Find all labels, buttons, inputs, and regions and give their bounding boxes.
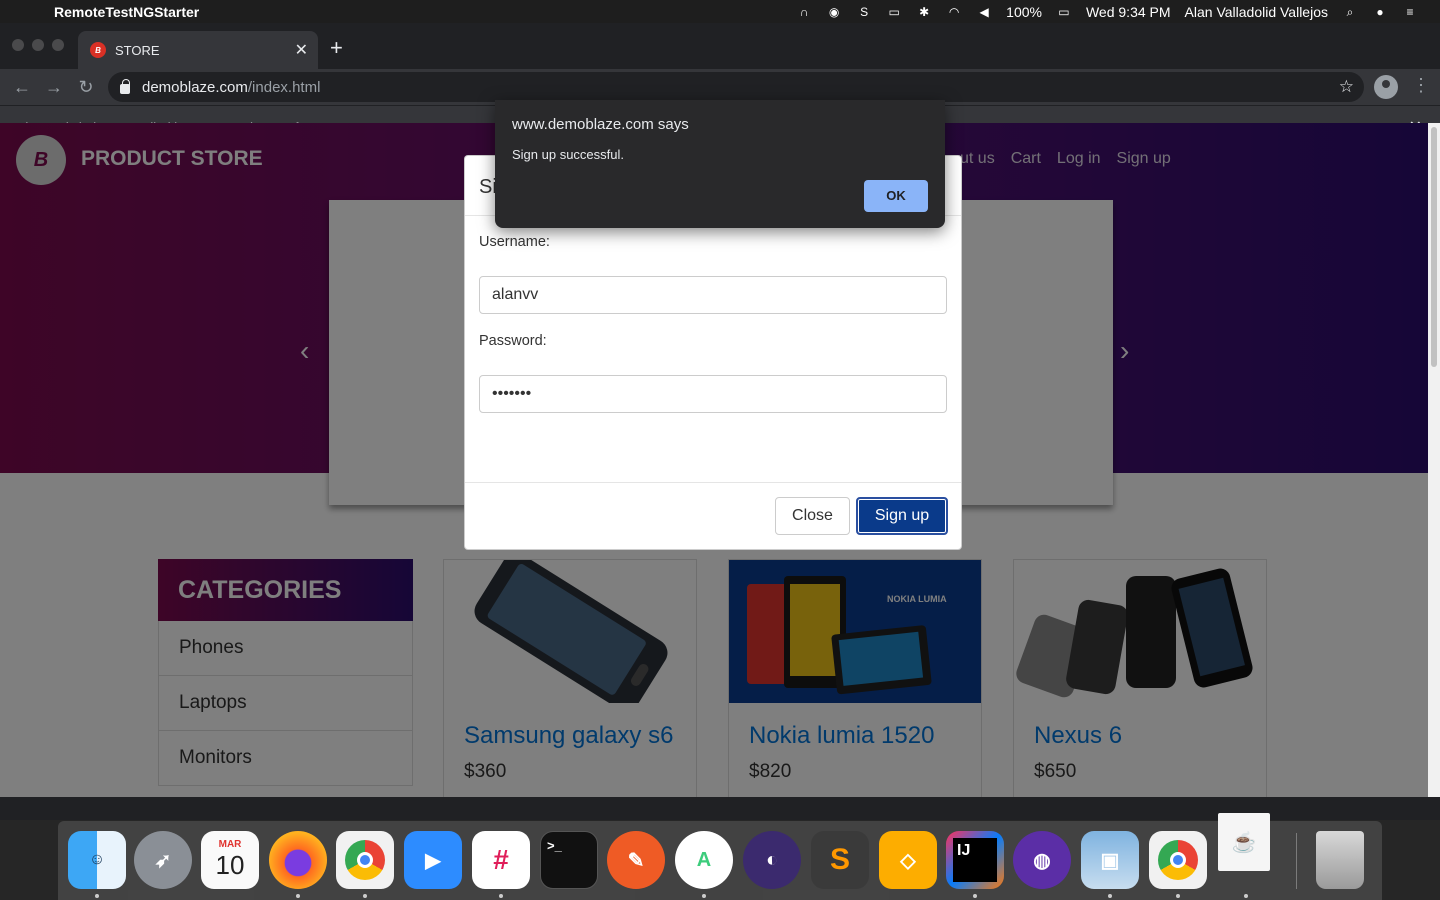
password-field[interactable]: ••••••• xyxy=(479,375,947,413)
scrollbar-thumb[interactable] xyxy=(1431,127,1437,367)
vpn-icon[interactable]: ◉ xyxy=(826,5,842,19)
calendar-icon[interactable]: MAR 10 xyxy=(201,831,259,889)
running-indicator xyxy=(1244,894,1248,898)
chrome-logo xyxy=(1158,840,1198,880)
bluetooth-icon[interactable]: ✱ xyxy=(916,5,932,19)
s-app-icon[interactable]: S xyxy=(856,5,872,19)
running-indicator xyxy=(973,894,977,898)
preview-icon[interactable]: ▣ xyxy=(1081,831,1139,889)
sketch-icon[interactable]: ◇ xyxy=(879,831,937,889)
alert-title: www.demoblaze.com says xyxy=(512,116,689,133)
battery-icon[interactable]: ▭ xyxy=(1056,5,1072,19)
zoom-icon[interactable]: ▶ xyxy=(404,831,462,889)
battery-percent[interactable]: 100% xyxy=(1006,4,1042,20)
signup-modal-footer: Close Sign up xyxy=(465,482,961,549)
running-indicator xyxy=(1108,894,1112,898)
reload-icon[interactable]: ↻ xyxy=(70,77,102,98)
close-window-button[interactable] xyxy=(12,39,24,51)
notification-center-icon[interactable]: ≡ xyxy=(1402,5,1418,19)
intellij-icon[interactable]: IJ xyxy=(946,831,1004,889)
js-alert-dialog: www.demoblaze.com says Sign up successfu… xyxy=(495,100,945,228)
slack-icon[interactable]: # xyxy=(472,831,530,889)
finder-icon[interactable]: ☺ xyxy=(68,831,126,889)
launchpad-icon[interactable]: ➶ xyxy=(134,831,192,889)
minimize-window-button[interactable] xyxy=(32,39,44,51)
address-bar[interactable]: demoblaze.com /index.html ☆ xyxy=(108,72,1364,102)
tab-strip: B STORE ✕ + xyxy=(0,23,1440,69)
siri-icon[interactable]: ● xyxy=(1372,5,1388,19)
macos-dock: ☺ ➶ MAR 10 ▶ # >_ ✎ A ◐ S ◇ IJ ◍ ▣ ☕ xyxy=(58,813,1382,900)
dock-separator xyxy=(1296,833,1297,889)
macos-menubar: RemoteTestNGStarter ∩ ◉ S ▭ ✱ ◠ ◀ 100% ▭… xyxy=(0,0,1440,23)
url-host: demoblaze.com xyxy=(142,78,248,96)
firefox-icon[interactable] xyxy=(269,831,327,889)
eclipse-icon[interactable]: ◐ xyxy=(743,831,801,889)
password-label: Password: xyxy=(479,333,547,349)
new-tab-icon[interactable]: + xyxy=(330,35,343,61)
calendar-month: MAR xyxy=(218,839,242,850)
chrome-icon[interactable] xyxy=(1149,831,1207,889)
android-studio-icon[interactable]: A xyxy=(675,831,733,889)
profile-avatar-icon[interactable] xyxy=(1374,75,1398,99)
forward-arrow-icon[interactable]: → xyxy=(38,77,70,98)
store-favicon-icon: B xyxy=(90,42,106,58)
trash-icon[interactable] xyxy=(1316,831,1364,889)
volume-icon[interactable]: ◀ xyxy=(976,5,992,19)
active-app-name[interactable]: RemoteTestNGStarter xyxy=(54,4,199,20)
user-name[interactable]: Alan Valladolid Vallejos xyxy=(1185,4,1328,20)
chrome-menu-icon[interactable]: ⋮ xyxy=(1412,75,1430,96)
chrome-logo xyxy=(345,840,385,880)
wifi-icon[interactable]: ◠ xyxy=(946,5,962,19)
tab-store[interactable]: B STORE ✕ xyxy=(78,31,318,69)
chrome-icon[interactable] xyxy=(336,831,394,889)
back-arrow-icon[interactable]: ← xyxy=(6,77,38,98)
running-indicator xyxy=(95,894,99,898)
window-controls xyxy=(12,39,64,51)
alert-message: Sign up successful. xyxy=(512,147,625,162)
menubar-status-area: ∩ ◉ S ▭ ✱ ◠ ◀ 100% ▭ Wed 9:34 PM Alan Va… xyxy=(796,4,1418,20)
running-indicator xyxy=(296,894,300,898)
page-scrollbar[interactable] xyxy=(1428,123,1440,797)
close-button[interactable]: Close xyxy=(775,497,850,535)
calendar-day: 10 xyxy=(215,850,245,880)
terminal-icon[interactable]: >_ xyxy=(540,831,598,889)
bookmark-star-icon[interactable]: ☆ xyxy=(1339,77,1354,97)
running-indicator xyxy=(1176,894,1180,898)
eclipse-ide-icon[interactable]: ◍ xyxy=(1013,831,1071,889)
url-path: /index.html xyxy=(247,78,321,96)
headphones-icon[interactable]: ∩ xyxy=(796,5,812,19)
airplay-icon[interactable]: ▭ xyxy=(886,5,902,19)
running-indicator xyxy=(363,894,367,898)
username-field[interactable]: alanvv xyxy=(479,276,947,314)
java-icon[interactable]: ☕ xyxy=(1218,813,1270,871)
spotlight-search-icon[interactable]: ⌕ xyxy=(1342,5,1358,19)
postman-icon[interactable]: ✎ xyxy=(607,831,665,889)
running-indicator xyxy=(499,894,503,898)
alert-ok-button[interactable]: OK xyxy=(864,180,928,212)
clock[interactable]: Wed 9:34 PM xyxy=(1086,4,1171,20)
running-indicator xyxy=(702,894,706,898)
username-label: Username: xyxy=(479,234,550,250)
signup-button[interactable]: Sign up xyxy=(856,497,948,535)
tab-title: STORE xyxy=(115,42,160,58)
lock-icon[interactable] xyxy=(120,79,130,94)
sublime-text-icon[interactable]: S xyxy=(811,831,869,889)
zoom-window-button[interactable] xyxy=(52,39,64,51)
close-tab-icon[interactable]: ✕ xyxy=(295,40,308,60)
